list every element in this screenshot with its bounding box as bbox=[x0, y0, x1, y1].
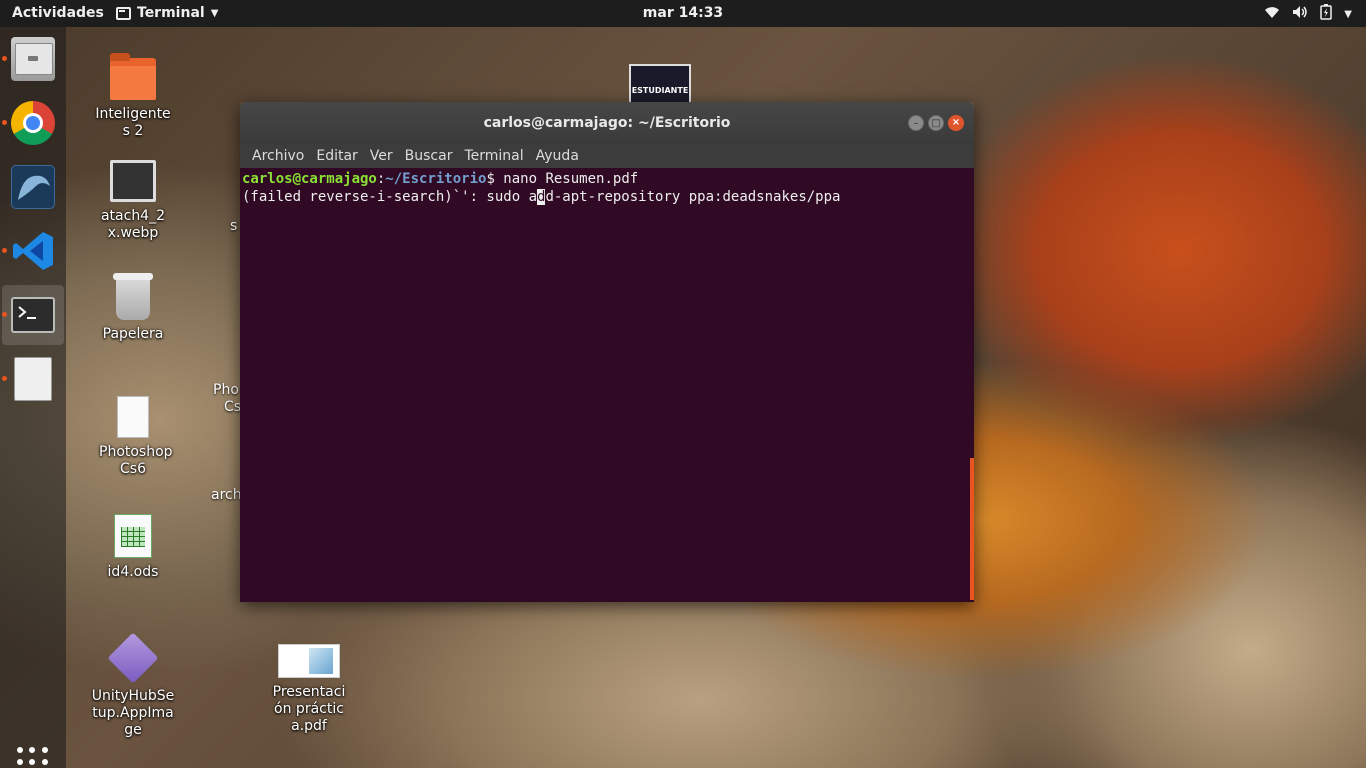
prompt-command: $ nano Resumen.pdf bbox=[486, 171, 639, 187]
system-menu-chevron-down-icon[interactable]: ▼ bbox=[1344, 9, 1352, 20]
desktop-icon-photoshop[interactable]: Photoshop Cs6 bbox=[85, 396, 181, 478]
desktop-icon-label: Papelera bbox=[102, 326, 164, 342]
image-icon bbox=[110, 160, 156, 202]
grid-dot-icon bbox=[41, 747, 48, 753]
dock-item-document-viewer[interactable] bbox=[0, 349, 66, 409]
window-titlebar[interactable]: carlos@carmajago: ~/Escritorio – □ × bbox=[240, 102, 974, 144]
close-button[interactable]: × bbox=[948, 115, 964, 131]
terminal-line-1: carlos@carmajago:~/Escritorio$ nano Resu… bbox=[242, 170, 972, 188]
terminal-output[interactable]: carlos@carmajago:~/Escritorio$ nano Resu… bbox=[240, 168, 974, 602]
desktop-icon-label: Presentación práctica.pdf bbox=[272, 684, 346, 734]
search-text-before: (failed reverse-i-search)`': sudo a bbox=[242, 189, 538, 205]
grid-dot-icon bbox=[17, 759, 23, 766]
grid-dot-icon bbox=[17, 747, 23, 753]
clock[interactable]: mar 14:33 bbox=[0, 5, 1366, 21]
desktop-icon-label: Photoshop Cs6 bbox=[99, 444, 173, 477]
battery-icon[interactable] bbox=[1320, 4, 1333, 24]
menu-buscar[interactable]: Buscar bbox=[399, 148, 459, 164]
volume-icon[interactable] bbox=[1292, 5, 1308, 23]
dock bbox=[0, 27, 66, 768]
chrome-icon bbox=[11, 101, 55, 145]
pdf-icon bbox=[278, 644, 340, 678]
desktop-icon-id4[interactable]: id4.ods bbox=[85, 514, 181, 581]
grid-dot-icon bbox=[29, 747, 36, 753]
peek-label: Cs bbox=[224, 399, 242, 415]
desktop-icon-label: Inteligentes 2 bbox=[95, 106, 171, 139]
running-indicator bbox=[2, 376, 7, 381]
spreadsheet-icon bbox=[114, 514, 152, 558]
desktop-icon-atach4[interactable]: atach4_2x.webp bbox=[85, 160, 181, 242]
minimize-button[interactable]: – bbox=[908, 115, 924, 131]
maximize-button[interactable]: □ bbox=[928, 115, 944, 131]
terminal-window[interactable]: carlos@carmajago: ~/Escritorio – □ × Arc… bbox=[240, 102, 974, 602]
desktop-icon-label: id4.ods bbox=[107, 564, 159, 580]
wifi-icon[interactable] bbox=[1264, 5, 1280, 23]
menu-editar[interactable]: Editar bbox=[310, 148, 363, 164]
dock-item-mysql-workbench[interactable] bbox=[0, 157, 66, 217]
folder-icon bbox=[110, 53, 156, 100]
show-applications-button[interactable] bbox=[17, 747, 49, 768]
dock-item-terminal[interactable] bbox=[2, 285, 64, 345]
window-title: carlos@carmajago: ~/Escritorio bbox=[483, 115, 731, 131]
peek-label: Pho bbox=[213, 382, 239, 398]
running-indicator bbox=[2, 56, 7, 61]
desktop-icon-label: atach4_2x.webp bbox=[100, 208, 166, 241]
peek-label: arch bbox=[211, 487, 242, 503]
desktop-icon-papelera[interactable]: Papelera bbox=[85, 273, 181, 343]
trash-icon bbox=[113, 273, 153, 320]
dock-item-vscode[interactable] bbox=[0, 221, 66, 281]
document-icon bbox=[14, 357, 52, 401]
desktop-icon-estudiante[interactable]: ESTUDIANTE bbox=[629, 64, 691, 104]
appimage-icon bbox=[107, 632, 159, 684]
grid-dot-icon bbox=[41, 759, 48, 766]
desktop-icon-label: UnityHubSetup.AppImage bbox=[91, 688, 175, 738]
menu-archivo[interactable]: Archivo bbox=[246, 148, 310, 164]
desktop-icon-presentacion[interactable]: Presentación práctica.pdf bbox=[261, 636, 357, 735]
running-indicator bbox=[2, 248, 7, 253]
terminal-scrollbar[interactable] bbox=[970, 458, 974, 600]
prompt-user: carlos@carmajago bbox=[242, 171, 377, 187]
dock-item-files[interactable] bbox=[0, 29, 66, 89]
menu-bar: Archivo Editar Ver Buscar Terminal Ayuda bbox=[240, 144, 974, 168]
desktop-icon-inteligentes[interactable]: Inteligentes 2 bbox=[85, 53, 181, 140]
mysql-workbench-icon bbox=[11, 165, 55, 209]
search-text-after: d-apt-repository ppa:deadsnakes/ppa bbox=[545, 189, 841, 205]
dock-item-chrome[interactable] bbox=[0, 93, 66, 153]
files-icon bbox=[11, 37, 55, 81]
menu-terminal[interactable]: Terminal bbox=[458, 148, 529, 164]
terminal-icon bbox=[11, 297, 55, 333]
system-tray[interactable]: ▼ bbox=[1264, 4, 1352, 24]
peek-label: s bbox=[230, 218, 238, 234]
terminal-line-2: (failed reverse-i-search)`': sudo add-ap… bbox=[242, 188, 972, 206]
vscode-icon bbox=[11, 229, 55, 273]
grid-dot-icon bbox=[29, 759, 36, 766]
menu-ayuda[interactable]: Ayuda bbox=[530, 148, 585, 164]
desktop-icon-unityhub[interactable]: UnityHubSetup.AppImage bbox=[85, 632, 181, 739]
top-bar: Actividades Terminal ▼ mar 14:33 ▼ bbox=[0, 0, 1366, 27]
prompt-path: ~/Escritorio bbox=[385, 171, 487, 187]
running-indicator bbox=[2, 120, 7, 125]
file-icon bbox=[117, 396, 149, 438]
menu-ver[interactable]: Ver bbox=[364, 148, 399, 164]
running-indicator bbox=[2, 312, 7, 317]
estudiante-label: ESTUDIANTE bbox=[631, 86, 689, 95]
